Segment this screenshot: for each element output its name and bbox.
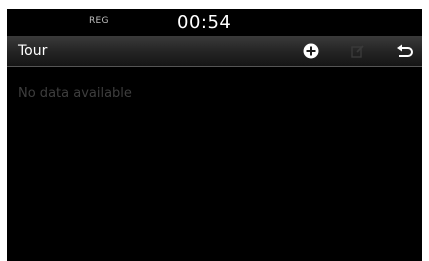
add-button[interactable]: [293, 36, 329, 66]
empty-state-message: No data available: [18, 86, 132, 101]
plus-circle-icon: [303, 43, 319, 59]
back-arrow-icon: [397, 44, 413, 57]
page-title: Tour: [18, 43, 48, 59]
head-unit-screen: REG 00:54 Tour No data available: [7, 9, 422, 261]
edit-button[interactable]: [340, 36, 376, 66]
back-button[interactable]: [387, 36, 422, 66]
status-bar: REG 00:54: [7, 9, 422, 35]
title-bar: Tour: [7, 36, 422, 67]
clock-time: 00:54: [177, 12, 232, 33]
mode-label: REG: [89, 16, 109, 26]
edit-icon: [351, 45, 364, 58]
